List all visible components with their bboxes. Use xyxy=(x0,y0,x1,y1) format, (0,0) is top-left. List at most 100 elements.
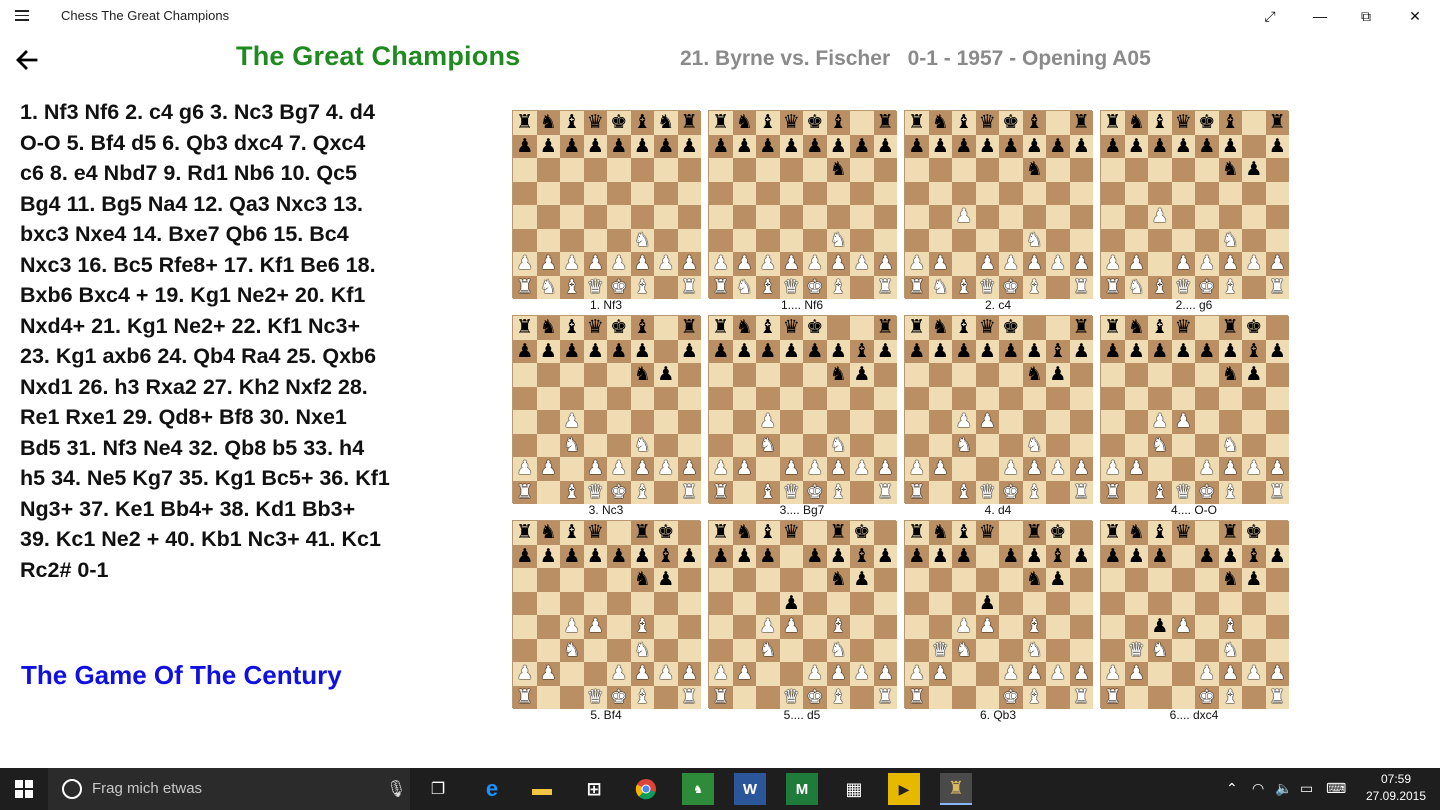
white-pawn-icon: ♟ xyxy=(1245,457,1263,480)
board-position[interactable]: ♜ ♞ ♝ ♛ ♜ ♚ ♟ ♟ ♟ ♟ ♟ ♝ ♟ ♞ ♟ ♟ ♟ ♟ ♝ ♞ ♞ ♟ ♟ ♟ ♟ ♟ ♟ ♜ ♛ ♚ ♝ ♜ 5.... d5 xyxy=(708,520,897,725)
board-square: ♜ xyxy=(1265,480,1289,504)
board-square xyxy=(1046,386,1070,410)
board-square: ♟ xyxy=(630,457,654,481)
show-hidden-icons-icon[interactable]: ⌃ xyxy=(1226,780,1238,797)
board-square: ♜ xyxy=(1218,521,1242,545)
back-arrow-icon[interactable] xyxy=(14,47,40,73)
black-pawn-icon: ♟ xyxy=(539,339,557,362)
white-queen-icon: ♛ xyxy=(1127,638,1145,661)
file-explorer-icon[interactable]: ▬ xyxy=(526,773,558,805)
black-knight-icon: ♞ xyxy=(633,363,651,386)
board-square xyxy=(756,568,780,592)
board-square: ♞ xyxy=(1022,433,1046,457)
board-caption: 6.... dxc4 xyxy=(1169,708,1219,722)
board-square xyxy=(1195,386,1219,410)
chess-app-icon[interactable]: ♞ xyxy=(682,773,714,805)
board-square xyxy=(952,158,976,182)
white-rook-icon: ♜ xyxy=(876,275,894,298)
board-square xyxy=(732,433,756,457)
windows-start-icon[interactable] xyxy=(0,768,48,810)
board-square: ♟ xyxy=(779,591,803,615)
board-square xyxy=(709,638,733,662)
board-square: ♟ xyxy=(1022,457,1046,481)
board-square xyxy=(1242,111,1266,135)
board-square xyxy=(779,433,803,457)
board-square: ♟ xyxy=(1171,134,1195,158)
calculator-icon[interactable]: ▦ xyxy=(838,773,870,805)
board-square xyxy=(873,521,897,545)
board-position[interactable]: ♜ ♞ ♝ ♛ ♚ ♝ ♜ ♟ ♟ ♟ ♟ ♟ ♟ ♟ ♞ ♟ ♟ ♞ ♟ ♟ ♟ ♟ ♟ ♟ ♟ ♜ ♞ ♝ ♛ ♚ ♝ ♜ 2.... g6 xyxy=(1100,110,1289,315)
board-square xyxy=(928,386,952,410)
board-square xyxy=(1148,685,1172,709)
hamburger-menu-icon[interactable] xyxy=(14,8,34,24)
restore-button[interactable]: ⧉ xyxy=(1343,0,1389,32)
board-caption: 1. Nf3 xyxy=(589,298,622,312)
white-pawn-icon: ♟ xyxy=(563,410,581,433)
white-bishop-icon: ♝ xyxy=(1025,480,1043,503)
board-position[interactable]: ♜ ♞ ♝ ♛ ♜ ♚ ♟ ♟ ♟ ♟ ♟ ♝ ♟ ♞ ♟ ♟ ♟ ♝ ♛ ♞ ♞ ♟ ♟ ♟ ♟ ♟ ♟ ♜ ♚ ♝ ♜ 6.... dxc… xyxy=(1100,520,1289,725)
board-square xyxy=(630,591,654,615)
board-square: ♟ xyxy=(560,544,584,568)
board-position[interactable]: ♜ ♞ ♝ ♛ ♚ ♝ ♞ ♜ ♟ ♟ ♟ ♟ ♟ ♟ ♟ ♟ ♞ ♟ ♟ ♟ ♟ ♟ ♟ ♟ ♟ ♜ ♞ ♝ ♛ ♚ ♝ ♜ 1. Nf3 xyxy=(512,110,701,315)
white-knight-icon: ♞ xyxy=(829,638,847,661)
board-square xyxy=(1124,181,1148,205)
board-square: ♝ xyxy=(952,521,976,545)
board-position[interactable]: ♜ ♞ ♝ ♛ ♚ ♝ ♜ ♟ ♟ ♟ ♟ ♟ ♟ ♟ ♟ ♞ ♞ ♟ ♟ ♟ ♟ ♟ ♟ ♟ ♟ ♜ ♞ ♝ ♛ ♚ ♝ ♜ 1.... Nf… xyxy=(708,110,897,315)
black-bishop-icon: ♝ xyxy=(657,544,675,567)
white-pawn-icon: ♟ xyxy=(1127,252,1145,275)
close-button[interactable]: ✕ xyxy=(1392,0,1438,32)
board-position[interactable]: ♜ ♞ ♝ ♛ ♚ ♜ ♟ ♟ ♟ ♟ ♟ ♟ ♝ ♟ ♞ ♟ ♟ ♞ ♞ ♟ ♟ ♟ ♟ ♟ ♟ ♟ ♜ ♝ ♛ ♚ ♝ ♜ 3.... Bg… xyxy=(708,315,897,520)
notifications-icon[interactable]: ▭ xyxy=(1300,780,1313,797)
board-square xyxy=(1101,433,1125,457)
board-square xyxy=(654,228,678,252)
board-square xyxy=(1171,158,1195,182)
network-icon[interactable]: ◠ xyxy=(1252,780,1264,797)
board-square: ♟ xyxy=(905,252,929,276)
board-square xyxy=(583,386,607,410)
board-square: ♟ xyxy=(677,339,701,363)
board-square: ♟ xyxy=(826,134,850,158)
board-square: ♚ xyxy=(803,275,827,299)
board-position[interactable]: ♜ ♞ ♝ ♛ ♚ ♝ ♜ ♟ ♟ ♟ ♟ ♟ ♟ ♟ ♞ ♟ ♟ ♞ ♞ ♟ ♟ ♟ ♟ ♟ ♟ ♟ ♜ ♝ ♛ ♚ ♝ ♜ 3. Nc3 xyxy=(512,315,701,520)
money-app-icon[interactable]: M xyxy=(786,773,818,805)
board-square xyxy=(756,205,780,229)
board-square xyxy=(803,228,827,252)
task-view-icon[interactable]: ❐ xyxy=(422,773,454,805)
white-bishop-icon: ♝ xyxy=(1025,615,1043,638)
board-square xyxy=(732,591,756,615)
microphone-icon[interactable]: 🎙 xyxy=(386,779,406,799)
board-position[interactable]: ♜ ♞ ♝ ♛ ♜ ♚ ♟ ♟ ♟ ♟ ♟ ♝ ♟ ♞ ♟ ♟ ♟ ♟ ♝ ♛ ♞ ♞ ♟ ♟ ♟ ♟ ♟ ♟ ♜ ♚ ♝ ♜ 6. Qb3 xyxy=(904,520,1093,725)
media-player-icon[interactable]: ▶ xyxy=(888,773,920,805)
board-position[interactable]: ♜ ♞ ♝ ♛ ♜ ♚ ♟ ♟ ♟ ♟ ♟ ♟ ♝ ♟ ♞ ♟ ♟ ♟ ♝ ♞ ♞ ♟ ♟ ♟ ♟ ♟ ♟ ♜ ♛ ♚ ♝ ♜ 5. Bf4 xyxy=(512,520,701,725)
board-square xyxy=(1148,158,1172,182)
keyboard-icon[interactable]: ⌨ xyxy=(1326,780,1346,797)
fullscreen-icon[interactable]: ⤢ xyxy=(1247,0,1293,32)
board-square xyxy=(905,591,929,615)
cortana-search-box[interactable]: Frag mich etwas 🎙 xyxy=(48,768,410,810)
board-square: ♝ xyxy=(756,111,780,135)
white-knight-icon: ♞ xyxy=(539,275,557,298)
board-square: ♟ xyxy=(975,410,999,434)
board-square xyxy=(1101,228,1125,252)
board-square xyxy=(677,521,701,545)
board-square xyxy=(905,568,929,592)
system-clock[interactable]: 07:59 27.09.2015 xyxy=(1364,771,1428,805)
chess-board: ♜ ♞ ♝ ♛ ♚ ♜ ♟ ♟ ♟ ♟ ♟ ♟ ♝ ♟ ♞ ♟ ♟ ♟ ♞ ♞ ♟ ♟ ♟ ♟ ♟ ♟ ♜ ♝ ♛ ♚ ♝ ♜ xyxy=(904,315,1093,504)
white-rook-icon: ♜ xyxy=(1268,275,1286,298)
black-king-icon: ♚ xyxy=(806,316,824,339)
white-pawn-icon: ♟ xyxy=(657,457,675,480)
board-position[interactable]: ♜ ♞ ♝ ♛ ♜ ♚ ♟ ♟ ♟ ♟ ♟ ♟ ♝ ♟ ♞ ♟ ♟ ♟ ♞ ♞ ♟ ♟ ♟ ♟ ♟ ♟ ♜ ♝ ♛ ♚ ♝ ♜ 4.... O-… xyxy=(1100,315,1289,520)
board-square xyxy=(999,410,1023,434)
word-icon[interactable]: W xyxy=(734,773,766,805)
board-position[interactable]: ♜ ♞ ♝ ♛ ♚ ♝ ♜ ♟ ♟ ♟ ♟ ♟ ♟ ♟ ♟ ♞ ♟ ♞ ♟ ♟ ♟ ♟ ♟ ♟ ♟ ♜ ♞ ♝ ♛ ♚ ♝ ♜ 2. c4 xyxy=(904,110,1093,315)
volume-icon[interactable]: 🔈 xyxy=(1275,780,1292,797)
board-position[interactable]: ♜ ♞ ♝ ♛ ♚ ♜ ♟ ♟ ♟ ♟ ♟ ♟ ♝ ♟ ♞ ♟ ♟ ♟ ♞ ♞ ♟ ♟ ♟ ♟ ♟ ♟ ♜ ♝ ♛ ♚ ♝ ♜ 4. d4 xyxy=(904,315,1093,520)
edge-browser-icon[interactable]: e xyxy=(476,773,508,805)
chrome-icon[interactable] xyxy=(630,773,662,805)
store-icon[interactable]: ⊞ xyxy=(578,773,610,805)
board-square: ♞ xyxy=(952,433,976,457)
black-pawn-icon: ♟ xyxy=(1268,134,1286,157)
board-square xyxy=(709,181,733,205)
chess-champions-app-icon[interactable]: ♜ xyxy=(940,773,972,805)
minimize-button[interactable]: — xyxy=(1297,0,1343,32)
